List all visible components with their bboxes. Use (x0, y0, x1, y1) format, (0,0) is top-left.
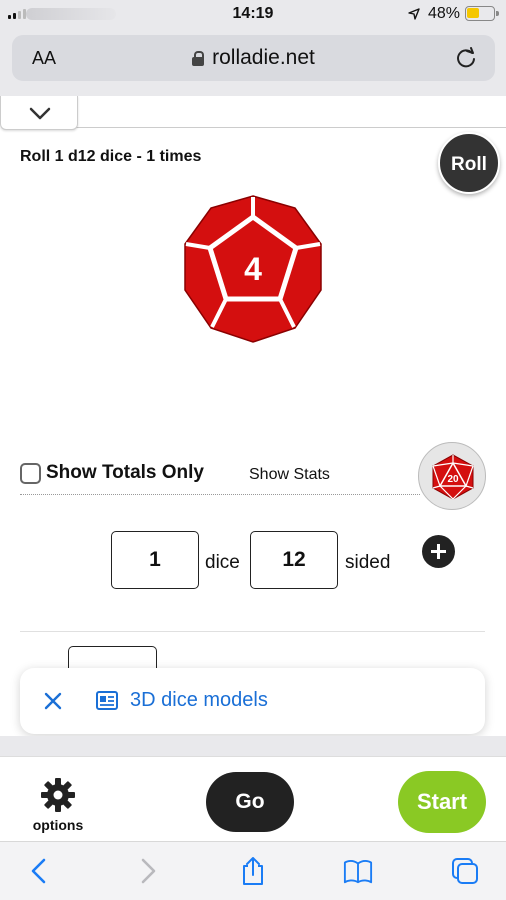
battery-icon (465, 6, 499, 21)
go-button[interactable]: Go (206, 772, 294, 832)
dice-count-input[interactable]: 1 (111, 531, 199, 589)
app-action-bar: options Go Start (0, 756, 506, 841)
web-content: Roll 1 d12 dice - 1 times Roll 4 Show To… (0, 96, 506, 736)
location-icon (408, 8, 420, 20)
options-label: options (32, 817, 84, 833)
article-icon (96, 691, 118, 710)
lock-icon (192, 51, 205, 66)
status-bar: 14:19 48% (0, 0, 506, 30)
safari-toolbar (0, 841, 506, 900)
roll-button[interactable]: Roll (438, 132, 500, 194)
url-text: rolladie.net (212, 46, 315, 69)
collapse-tab[interactable] (0, 96, 78, 130)
battery-level (467, 8, 479, 18)
chevron-down-icon (29, 107, 51, 120)
d12-die[interactable]: 4 (180, 194, 326, 344)
sides-input[interactable]: 12 (250, 531, 338, 589)
banner-link[interactable]: 3D dice models (130, 689, 268, 712)
forward-icon[interactable] (133, 856, 163, 886)
battery-percent: 48% (428, 5, 461, 22)
sided-label: sided (345, 552, 391, 573)
share-icon[interactable] (238, 856, 268, 886)
close-icon[interactable] (42, 690, 64, 712)
d20-icon-label: 20 (447, 474, 459, 485)
dice-label: dice (205, 552, 240, 573)
start-button[interactable]: Start (398, 771, 486, 833)
divider (20, 494, 420, 495)
roll-title: Roll 1 d12 dice - 1 times (20, 148, 202, 165)
add-dice-button[interactable] (422, 535, 455, 568)
show-stats-link[interactable]: Show Stats (249, 466, 330, 484)
d20-dice-button[interactable]: 20 (418, 442, 486, 510)
show-totals-label[interactable]: Show Totals Only (46, 462, 204, 484)
top-strip (76, 96, 506, 128)
gear-icon (41, 778, 75, 812)
address-bar[interactable]: AA rolladie.net (12, 35, 495, 81)
tabs-icon[interactable] (450, 856, 480, 886)
die-result: 4 (244, 251, 262, 287)
section-divider (20, 631, 485, 632)
show-totals-checkbox[interactable] (20, 463, 41, 484)
back-icon[interactable] (24, 856, 54, 886)
reload-icon[interactable] (455, 47, 477, 69)
bookmarks-icon[interactable] (343, 856, 373, 886)
d20-icon: 20 (432, 454, 474, 500)
models-banner[interactable]: 3D dice models (20, 668, 485, 734)
options-button[interactable]: options (28, 777, 88, 833)
url-field[interactable]: rolladie.net (12, 46, 495, 70)
